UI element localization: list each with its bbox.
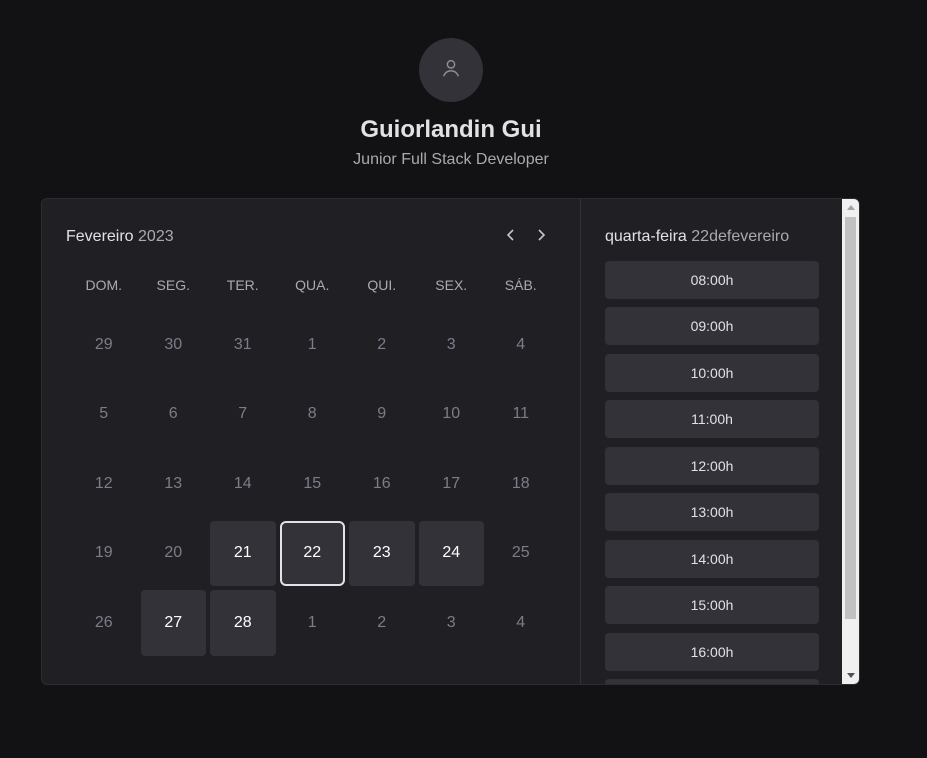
calendar-header: Fevereiro 2023 (66, 226, 556, 248)
panel-divider (580, 199, 581, 684)
time-picker-header: quarta-feira 22defevereiro (605, 228, 789, 246)
weekday-label: SÁB. (504, 277, 537, 293)
time-slot-button[interactable]: 13:00h (605, 493, 819, 532)
calendar-day: 3 (446, 335, 456, 353)
user-icon (440, 57, 462, 84)
calendar-day: 12 (94, 474, 113, 492)
weekday-label: TER. (226, 277, 259, 293)
calendar-day: 2 (377, 613, 387, 631)
calendar-day: 13 (164, 474, 183, 492)
weekday-header: DOM. SEG. TER. QUA. QUI. SEX. SÁB. (69, 277, 556, 293)
calendar-day: 20 (164, 544, 183, 562)
calendar-day: 26 (94, 613, 113, 631)
calendar-day: 8 (307, 405, 317, 423)
time-picker: quarta-feira 22defevereiro 08:00h 09:00h 1… (605, 199, 843, 684)
scrollbar-thumb[interactable] (845, 217, 856, 619)
calendar-month: Fevereiro (66, 228, 134, 245)
weekday-label: QUA. (295, 277, 330, 293)
profile-name: Guiorlandin Gui (360, 116, 542, 143)
time-picker-date: 22defevereiro (691, 228, 790, 245)
calendar-day: 11 (512, 405, 530, 423)
calendar-day[interactable]: 23 (349, 520, 415, 586)
calendar-day: 30 (164, 335, 183, 353)
time-slot-button[interactable]: 17:00h (605, 678, 819, 684)
calendar-day: 25 (511, 544, 530, 562)
time-slot-button[interactable]: 16:00h (605, 632, 819, 671)
calendar-day: 16 (372, 474, 391, 492)
calendar-day[interactable]: 24 (418, 520, 484, 586)
time-slot-button[interactable]: 14:00h (605, 539, 819, 578)
calendar-day: 14 (233, 474, 252, 492)
calendar-days: 29 30 31 1 2 3 4 5 6 7 8 9 10 11 12 13 14 15 16 17 18 19 20 21 2… (69, 310, 556, 658)
calendar-day: 6 (168, 405, 178, 423)
calendar-day-selected[interactable]: 22 (279, 520, 345, 586)
time-list: 08:00h 09:00h 10:00h 11:00h 12:00h 13:00h 14:0… (605, 261, 819, 684)
chevron-right-icon (534, 228, 548, 247)
next-month-button[interactable] (532, 228, 550, 246)
time-slot-button[interactable]: 10:00h (605, 353, 819, 392)
scroll-down-arrow-icon[interactable] (842, 667, 859, 684)
weekday-label: DOM. (85, 277, 123, 293)
calendar-day: 15 (303, 474, 322, 492)
calendar-day: 4 (516, 335, 526, 353)
calendar-day: 17 (442, 474, 461, 492)
calendar-nav (502, 228, 550, 246)
scroll-up-arrow-icon[interactable] (842, 199, 859, 216)
time-slot-button[interactable]: 11:00h (605, 400, 819, 439)
calendar-title: Fevereiro 2023 (66, 228, 174, 246)
calendar-day: 29 (94, 335, 113, 353)
calendar-day: 1 (307, 335, 317, 353)
calendar-day: 5 (99, 405, 109, 423)
calendar-day: 18 (511, 474, 530, 492)
time-slot-button[interactable]: 12:00h (605, 446, 819, 485)
weekday-label: QUI. (367, 277, 397, 293)
calendar-day: 9 (377, 405, 387, 423)
calendar-day: 10 (442, 405, 461, 423)
calendar-day: 3 (446, 613, 456, 631)
weekday-label: SEG. (156, 277, 190, 293)
time-picker-weekday: quarta-feira (605, 228, 687, 245)
chevron-left-icon (504, 228, 518, 247)
time-slot-button[interactable]: 08:00h (605, 261, 819, 299)
calendar-day[interactable]: 28 (210, 590, 276, 656)
profile-role: Junior Full Stack Developer (353, 151, 549, 168)
time-slot-button[interactable]: 09:00h (605, 307, 819, 346)
calendar-day: 2 (377, 335, 387, 353)
calendar-year: 2023 (138, 228, 174, 245)
avatar (419, 38, 483, 102)
calendar-day: 7 (238, 405, 248, 423)
calendar-day[interactable]: 27 (140, 590, 206, 656)
calendar-day[interactable]: 21 (210, 520, 276, 586)
calendar-day: 1 (307, 613, 317, 631)
weekday-label: SEX. (435, 277, 468, 293)
scheduler-panel: Fevereiro 2023 DOM. SEG. TER. QUA. QUI. SEX. S… (41, 198, 860, 685)
calendar-day: 19 (94, 544, 113, 562)
calendar-day: 31 (233, 335, 252, 353)
time-slot-button[interactable]: 15:00h (605, 586, 819, 625)
calendar-day: 4 (516, 613, 526, 631)
previous-month-button[interactable] (502, 228, 520, 246)
scrollbar[interactable] (842, 199, 859, 684)
